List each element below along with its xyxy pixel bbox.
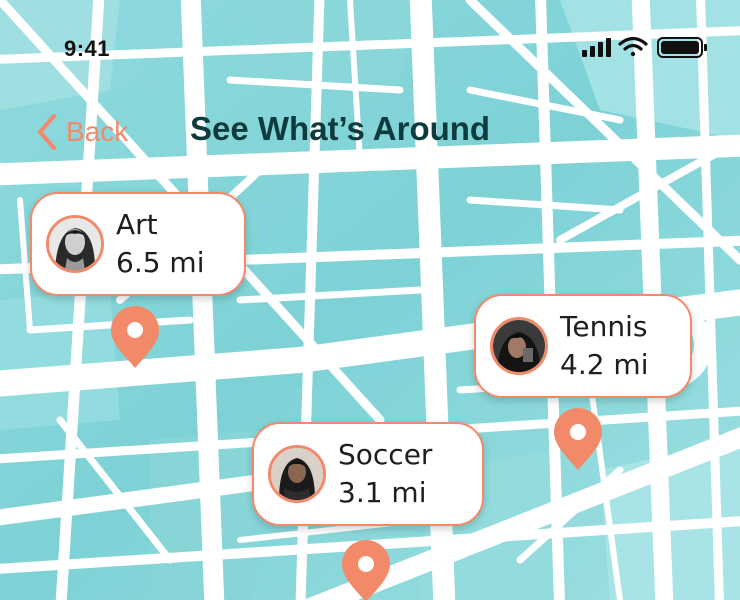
map-pin-icon[interactable] [340,538,392,600]
card-text: Soccer 3.1 mi [338,436,432,512]
map-pin-icon[interactable] [552,406,604,472]
place-distance: 4.2 mi [560,348,649,381]
avatar [268,445,326,503]
place-distance: 3.1 mi [338,476,427,509]
map-pin-icon[interactable] [109,304,161,370]
card-text: Art 6.5 mi [116,206,204,282]
back-button[interactable]: Back [36,112,128,152]
place-card-soccer[interactable]: Soccer 3.1 mi [252,422,484,526]
wifi-icon [618,36,648,57]
avatar [46,215,104,273]
status-icons [582,36,707,58]
avatar [490,317,548,375]
page-title: See What’s Around [190,110,491,147]
signal-icon [582,38,611,57]
chevron-left-icon [38,114,56,150]
map-screen: 9:41 Back See What’s Around Art 6.5 mi T… [0,0,740,600]
place-card-art[interactable]: Art 6.5 mi [30,192,246,296]
place-name: Tennis [560,310,648,343]
place-name: Art [116,208,158,241]
card-text: Tennis 4.2 mi [560,308,648,384]
battery-icon [657,37,707,58]
place-distance: 6.5 mi [116,246,205,279]
back-label: Back [66,116,129,147]
place-card-tennis[interactable]: Tennis 4.2 mi [474,294,692,398]
status-time: 9:41 [64,36,111,61]
place-name: Soccer [338,438,433,471]
